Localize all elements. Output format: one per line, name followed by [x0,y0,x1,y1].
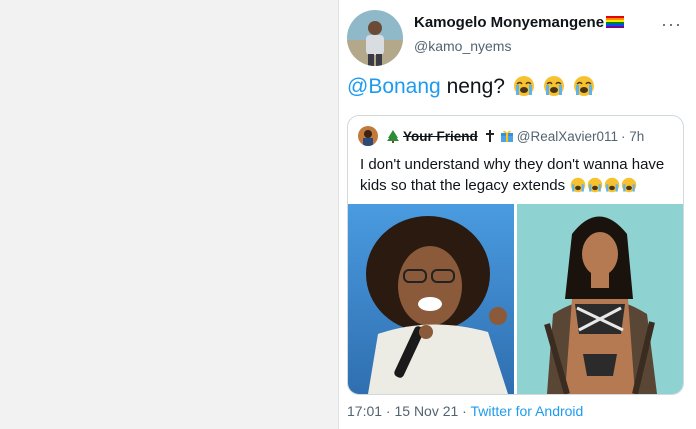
tweet-timestamp[interactable]: 17:01 · 15 Nov 21 [347,403,458,419]
loudly-crying-face-icon [571,177,586,193]
quoted-tweet-media[interactable] [348,204,683,394]
media-photo-right[interactable] [517,204,683,394]
quoted-author-name[interactable]: Your Friend [403,129,478,144]
quoted-tweet[interactable]: Your Friend @RealXavier011 · 7h I don't … [347,115,684,395]
loudly-crying-face-icon [543,76,564,96]
tweet-card[interactable]: Kamogelo Monyemangene @kamo_nyems ··· @B… [339,0,696,429]
author-handle[interactable]: @kamo_nyems [414,38,511,54]
left-blank-pane [0,0,339,429]
quoted-tweet-time[interactable]: · 7h [621,129,644,144]
quoted-tweet-text: I don't understand why they don't wanna … [360,154,678,196]
meta-separator: · [458,403,471,419]
christmas-tree-icon [387,130,399,143]
author-name[interactable]: Kamogelo Monyemangene [414,14,625,31]
tweet-source-link[interactable]: Twitter for Android [471,403,584,419]
latin-cross-icon [485,130,494,142]
loudly-crying-face-icon [588,177,603,193]
quoted-author-handle[interactable]: @RealXavier011 [517,129,618,144]
gift-icon [500,130,513,142]
tweet-text: @Bonang neng? [347,75,595,99]
quoted-author-avatar[interactable] [358,126,378,146]
more-options-icon[interactable]: ··· [661,14,682,35]
media-photo-left[interactable] [348,204,514,394]
quoted-tweet-header: Your Friend @RealXavier011 · 7h [358,126,644,146]
loudly-crying-face-icon [605,177,620,193]
loudly-crying-face-icon [513,76,534,96]
mention-link[interactable]: @Bonang [347,75,441,98]
tweet-text-body: neng? [440,75,505,98]
tweet-meta: 17:01 · 15 Nov 21 · Twitter for Android [347,403,583,419]
loudly-crying-face-icon [573,76,594,96]
loudly-crying-face-icon [622,177,637,193]
author-avatar[interactable] [347,10,403,66]
author-name-text[interactable]: Kamogelo Monyemangene [414,14,604,31]
rainbow-flag-icon [606,16,625,28]
